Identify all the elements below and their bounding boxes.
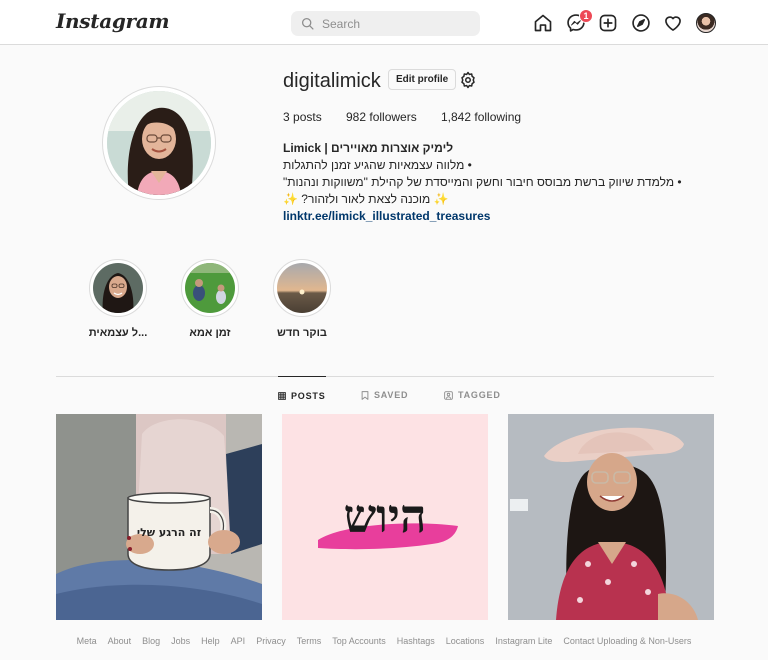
new-post-icon: [599, 14, 617, 32]
home-icon: [534, 14, 552, 32]
posts-stat: 3 posts: [283, 110, 322, 124]
highlight-label: ...ל עצמאית: [88, 327, 148, 339]
posts-label: posts: [293, 110, 322, 124]
highlight-label: בוקר חדש: [277, 327, 327, 339]
bio-display-name: לימיק אוצרות מאויירים | Limick: [283, 141, 454, 155]
highlight-cover-image: [185, 263, 235, 313]
following-count: 1,842: [441, 110, 472, 124]
tagged-user-icon: [444, 390, 453, 400]
highlight-cover-image: [93, 263, 143, 313]
activity-button[interactable]: [662, 12, 684, 34]
bio-line: • מלווה עצמאיות שהגיע זמנן להתגלות: [283, 158, 472, 172]
post-thumbnail[interactable]: זה הרגע שלי: [56, 414, 262, 620]
bookmark-icon: [361, 390, 369, 400]
footer-link-contact-uploading[interactable]: Contact Uploading & Non-Users: [563, 636, 691, 646]
tab-saved[interactable]: SAVED: [361, 376, 408, 414]
tab-label: POSTS: [291, 390, 326, 401]
footer-link-privacy[interactable]: Privacy: [256, 636, 286, 646]
footer-links: Meta About Blog Jobs Help API Privacy Te…: [0, 636, 768, 646]
search-input[interactable]: [322, 16, 462, 31]
profile-picture[interactable]: [102, 86, 216, 200]
footer-link-jobs[interactable]: Jobs: [171, 636, 190, 646]
footer-link-help[interactable]: Help: [201, 636, 220, 646]
tab-tagged[interactable]: TAGGED: [444, 376, 501, 414]
new-post-button[interactable]: [597, 12, 619, 34]
post-thumbnail[interactable]: [508, 414, 714, 620]
search-icon: [301, 17, 314, 30]
profile-avatar-button[interactable]: [696, 13, 716, 33]
highlight-cover-image: [277, 263, 327, 313]
footer-link-blog[interactable]: Blog: [142, 636, 160, 646]
following-label: following: [474, 110, 522, 124]
post-title-text: היוש: [344, 489, 427, 543]
post-image: זה הרגע שלי: [56, 414, 262, 620]
home-button[interactable]: [532, 12, 554, 34]
bio-line: • מלמדת שיווק ברשת מבוסס חיבור וחשק והמי…: [283, 175, 682, 189]
posts-count: 3: [283, 110, 290, 124]
footer-link-about[interactable]: About: [108, 636, 132, 646]
settings-button[interactable]: [459, 71, 477, 89]
tab-label: SAVED: [374, 390, 409, 400]
story-highlight[interactable]: בוקר חדש: [262, 259, 342, 339]
footer-link-meta[interactable]: Meta: [77, 636, 97, 646]
post-image: [508, 414, 714, 620]
footer-link-hashtags[interactable]: Hashtags: [397, 636, 435, 646]
footer-link-terms[interactable]: Terms: [297, 636, 322, 646]
story-highlight[interactable]: ...ל עצמאית: [78, 259, 158, 339]
search-box[interactable]: [291, 11, 480, 36]
messenger-button[interactable]: 1: [565, 9, 593, 34]
profile-username: digitalimick: [283, 70, 381, 92]
bio-external-link[interactable]: linktr.ee/limick_illustrated_treasures: [283, 208, 713, 225]
profile-bio: לימיק אוצרות מאויירים | Limick • מלווה ע…: [283, 140, 713, 225]
gear-icon: [461, 71, 475, 89]
followers-label: followers: [369, 110, 417, 124]
highlight-label: זמן אמא: [189, 327, 231, 339]
explore-button[interactable]: [630, 12, 652, 34]
explore-icon: [632, 14, 650, 32]
profile-photo: [107, 91, 211, 195]
grid-icon: [278, 391, 286, 400]
tab-label: TAGGED: [458, 390, 501, 400]
messages-badge: 1: [579, 9, 593, 23]
story-highlight[interactable]: זמן אמא: [170, 259, 250, 339]
footer-link-instagram-lite[interactable]: Instagram Lite: [495, 636, 552, 646]
edit-profile-button[interactable]: Edit profile: [388, 69, 457, 90]
bio-line: ✨ מוכנה לצאת לאור ולזהור? ✨: [283, 192, 449, 206]
top-navigation-bar: Instagram 1: [0, 0, 768, 45]
post-image: היוש: [282, 414, 488, 620]
mug-text: זה הרגע שלי: [137, 526, 201, 539]
activity-heart-icon: [665, 16, 681, 31]
followers-count: 982: [346, 110, 367, 124]
tab-posts[interactable]: POSTS: [278, 376, 326, 414]
followers-stat[interactable]: 982 followers: [346, 110, 417, 124]
footer-link-top-accounts[interactable]: Top Accounts: [332, 636, 386, 646]
footer-link-locations[interactable]: Locations: [446, 636, 485, 646]
footer-link-api[interactable]: API: [231, 636, 246, 646]
instagram-logo[interactable]: Instagram: [56, 9, 170, 33]
following-stat[interactable]: 1,842 following: [441, 110, 521, 124]
post-thumbnail[interactable]: היוש: [282, 414, 488, 620]
